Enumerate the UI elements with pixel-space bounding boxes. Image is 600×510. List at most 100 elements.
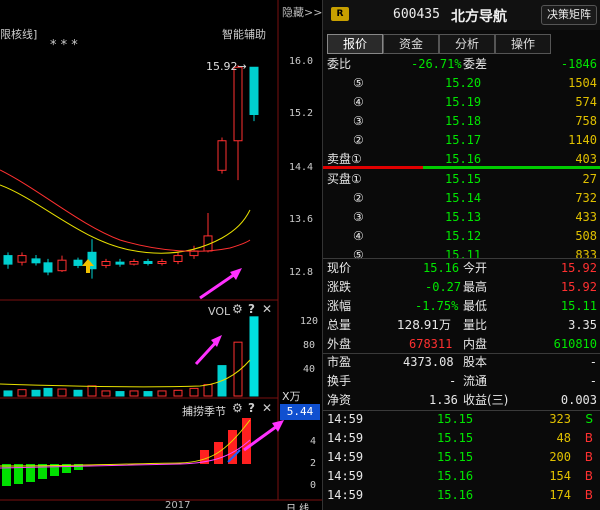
vol-unit: X万: [282, 390, 301, 403]
fund-value: -: [449, 374, 457, 388]
kline-chart-svg[interactable]: [0, 0, 322, 510]
help-icon[interactable]: ?: [248, 401, 255, 415]
candle-body: [129, 261, 139, 265]
fund-row: 市盈 4373.08 股本 -: [323, 353, 600, 372]
level-label: ③: [353, 114, 364, 128]
tick-volume: 323: [549, 412, 571, 426]
tick-volume: 200: [549, 450, 571, 464]
stat-label: 涨幅: [327, 299, 352, 313]
weibi-label: 委比: [327, 57, 352, 71]
y-tick: 2: [310, 458, 317, 469]
tick-row: 14:59 15.16 154 B: [323, 467, 600, 486]
stat-value: 15.92: [560, 261, 597, 275]
tick-time: 14:59: [327, 412, 364, 426]
capture-line-yellow: [0, 419, 251, 467]
weicha-value: -1846: [560, 57, 597, 71]
bid-ask-divider: [423, 166, 600, 169]
buy-volume: 433: [575, 210, 597, 224]
candle-body: [3, 255, 13, 265]
candle-body: [57, 259, 67, 272]
stock-header: R 600435 北方导航 决策矩阵: [323, 0, 600, 30]
decision-matrix-button[interactable]: 决策矩阵: [541, 5, 597, 25]
volume-bar: [87, 385, 97, 397]
hide-toggle[interactable]: 隐藏>>: [282, 4, 322, 20]
gear-icon[interactable]: ⚙: [232, 401, 243, 415]
stat-label: 外盘: [327, 337, 352, 351]
stat-row: 现价 15.16 今开 15.92: [323, 259, 600, 278]
stat-value: -0.27: [425, 280, 462, 294]
sell-row: ⑤ 15.20 1504: [323, 74, 600, 93]
tab-quote[interactable]: 报价: [327, 34, 383, 54]
buy-price: 15.15: [445, 172, 482, 186]
volume-bar: [157, 390, 167, 397]
level-label: ②: [353, 133, 364, 147]
tick-price: 15.15: [437, 431, 474, 445]
close-icon[interactable]: ✕: [262, 401, 272, 415]
stat-value: 128.91万: [397, 318, 451, 332]
fund-label: 净资: [327, 393, 352, 407]
signal-stars: * * *: [50, 38, 78, 53]
tick-price: 15.15: [437, 412, 474, 426]
tick-price: 15.16: [437, 488, 474, 502]
tick-price: 15.15: [437, 450, 474, 464]
volume-bar: [57, 388, 67, 397]
magenta-arrow-icon: [194, 335, 222, 366]
tick-volume: 154: [549, 469, 571, 483]
y-tick: 16.0: [289, 56, 314, 67]
tab-funds[interactable]: 资金: [383, 34, 439, 54]
y-tick: 13.6: [289, 214, 314, 225]
fund-value: 0.003: [560, 393, 597, 407]
chart-top-label: 限核线]: [0, 28, 38, 41]
help-icon[interactable]: ?: [248, 302, 255, 316]
candle-body: [249, 66, 259, 115]
sell-price: 15.19: [445, 95, 482, 109]
sell-price: 15.17: [445, 133, 482, 147]
tick-row: 14:59 15.16 174 B: [323, 486, 600, 505]
indicator-label[interactable]: 智能辅助: [222, 26, 266, 42]
tick-side: B: [584, 450, 593, 464]
gear-icon[interactable]: ⚙: [232, 302, 243, 316]
tab-analysis[interactable]: 分析: [439, 34, 495, 54]
y-tick: 0: [310, 480, 317, 491]
candle-body: [17, 255, 27, 263]
volume-bar: [143, 391, 153, 397]
kline-chart-panel[interactable]: 限核线] * * * 智能辅助 隐藏>> 15.92→ 16.0 15.2 14…: [0, 0, 322, 510]
tab-operation[interactable]: 操作: [495, 34, 551, 54]
capture-bar: [38, 464, 47, 479]
tick-time: 14:59: [327, 469, 364, 483]
buy-row: ③ 15.13 433: [323, 208, 600, 227]
weibi-value: -26.71%: [411, 57, 462, 71]
tick-row: 14:59 15.15 48 B: [323, 429, 600, 448]
y-tick: 40: [303, 364, 316, 375]
stock-name: 北方导航: [451, 9, 507, 25]
vol-ma-yellow: [0, 359, 251, 388]
fund-row: 换手 - 流通 -: [323, 372, 600, 391]
footer-year: 2017: [165, 500, 191, 510]
fund-label: 股本: [463, 355, 488, 369]
close-icon[interactable]: ✕: [262, 302, 272, 316]
candle-body: [173, 255, 183, 262]
fund-value: 1.36: [429, 393, 458, 407]
stat-label: 总量: [327, 318, 352, 332]
quote-tabs: 报价 资金 分析 操作: [323, 34, 600, 54]
sell-price: 15.20: [445, 76, 482, 90]
volume-bar: [203, 384, 213, 397]
y-tick: 14.4: [289, 162, 314, 173]
buy-price: 15.12: [445, 229, 482, 243]
level-label: 买盘①: [327, 172, 362, 186]
fund-value: 4373.08: [403, 355, 454, 369]
app-window: 限核线] * * * 智能辅助 隐藏>> 15.92→ 16.0 15.2 14…: [0, 0, 600, 510]
period-selector[interactable]: 日 线: [286, 500, 309, 510]
stat-row: 涨跌 -0.27 最高 15.92: [323, 278, 600, 297]
capture-bar: [214, 442, 223, 464]
r-badge: R: [331, 7, 349, 21]
quote-panel: R 600435 北方导航 决策矩阵 报价 资金 分析 操作 委比 -26.71…: [322, 0, 600, 510]
stat-label: 最高: [463, 280, 488, 294]
buy-volume: 508: [575, 229, 597, 243]
candle-body: [73, 259, 83, 266]
bid-ask-divider: [323, 166, 423, 169]
volume-bar: [43, 387, 53, 397]
candle-body: [217, 140, 227, 171]
level-label: ④: [353, 95, 364, 109]
candle-body: [31, 258, 41, 264]
